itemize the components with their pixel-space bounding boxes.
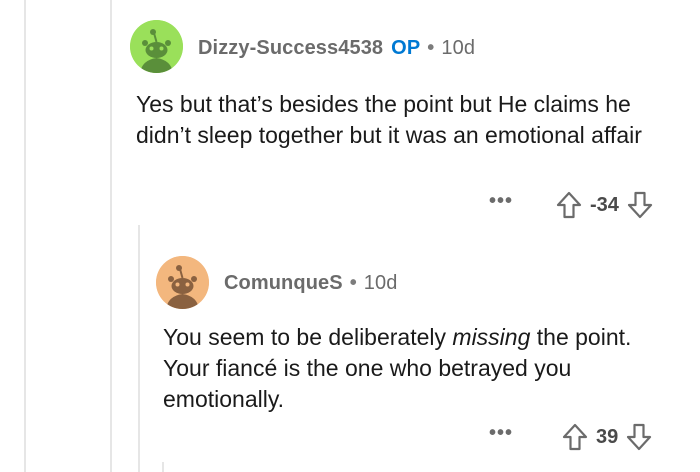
comment-age: 10d [441, 36, 476, 59]
vote-score: 39 [596, 425, 619, 448]
username[interactable]: Dizzy-Success4538 [198, 37, 383, 60]
more-options-icon[interactable]: ••• [486, 423, 516, 443]
username[interactable]: ComunqueS [224, 272, 343, 295]
downvote-arrow-icon[interactable] [627, 191, 653, 219]
comment-meta: ComunqueS • 10d [224, 270, 397, 296]
thread-line-reply[interactable] [138, 225, 140, 472]
comment-actions: ••• 39 [486, 422, 652, 452]
snoo-icon [130, 20, 183, 73]
more-options-icon[interactable]: ••• [486, 191, 516, 211]
separator-dot: • [427, 36, 435, 59]
vote-score: -34 [590, 193, 619, 216]
comment-body: You seem to be deliberately missing the … [163, 322, 663, 415]
body-emphasis: missing [452, 324, 531, 350]
body-text-part: You seem to be deliberately [163, 324, 453, 350]
downvote-arrow-icon[interactable] [626, 423, 652, 451]
separator-dot: • [349, 271, 357, 294]
avatar[interactable] [130, 20, 183, 73]
snoo-icon [156, 256, 209, 309]
upvote-arrow-icon[interactable] [562, 423, 588, 451]
comment-meta: Dizzy-Success4538 OP • 10d [198, 35, 475, 61]
thread-line-level-1[interactable] [24, 0, 26, 472]
upvote-arrow-icon[interactable] [556, 191, 582, 219]
comment-body: Yes but that’s besides the point but He … [136, 91, 642, 148]
comment-age: 10d [363, 271, 398, 294]
comment-actions: ••• -34 [486, 190, 653, 220]
thread-line-level-2[interactable] [110, 0, 112, 472]
avatar[interactable] [156, 256, 209, 309]
thread-line-reply-child[interactable] [162, 462, 164, 472]
op-badge: OP [391, 36, 421, 59]
